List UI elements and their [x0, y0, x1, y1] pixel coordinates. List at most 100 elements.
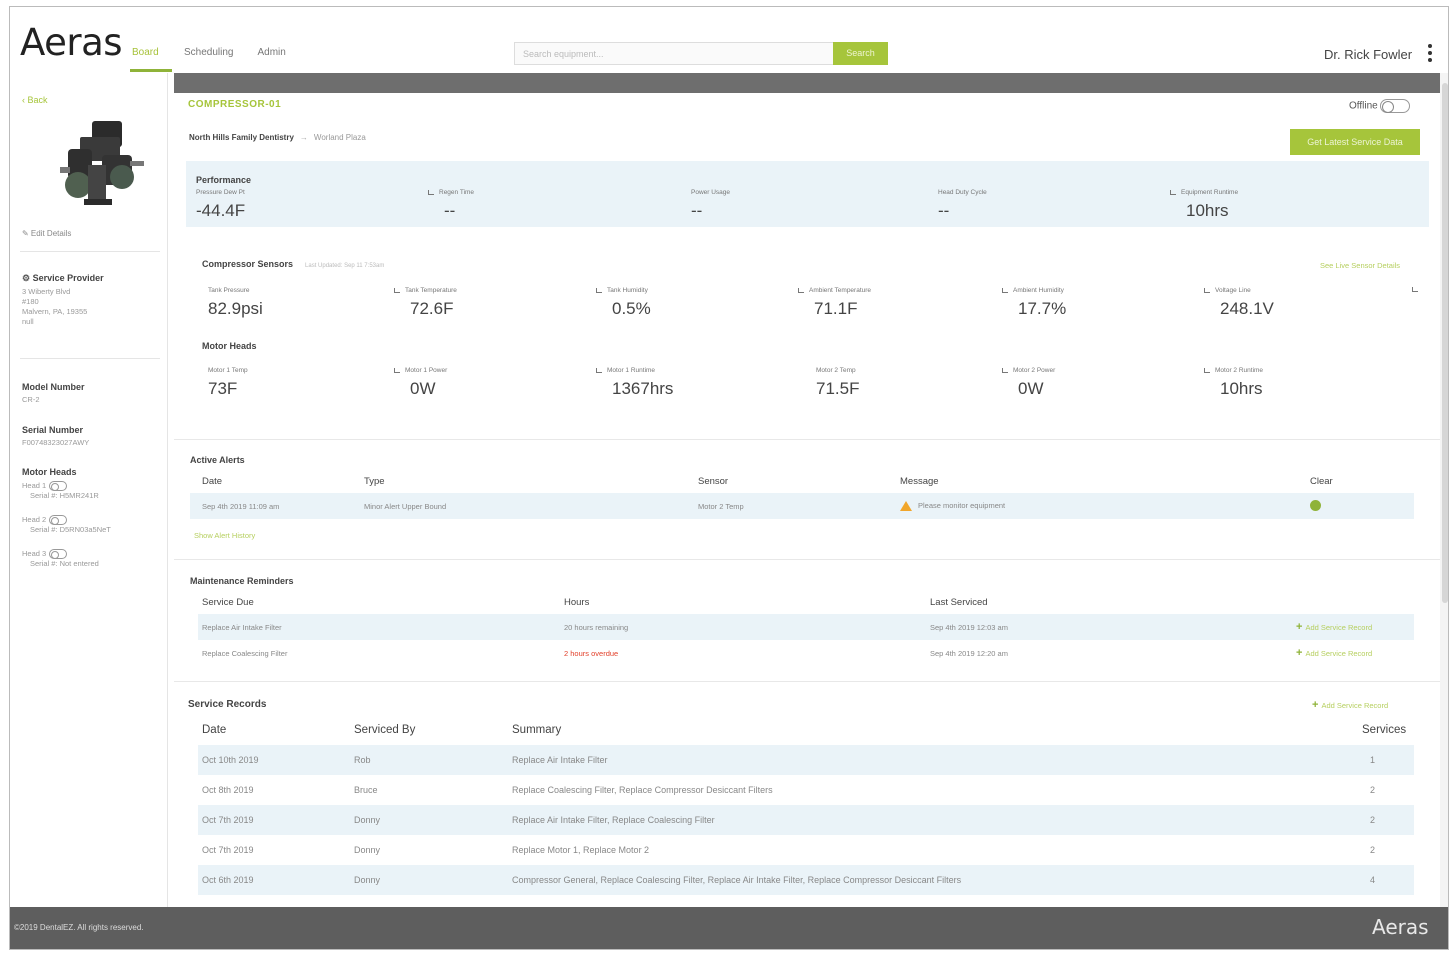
chart-icon: [1170, 189, 1176, 195]
service-provider-icon: ⚙: [22, 273, 31, 283]
footer-logo: Aeras: [1372, 915, 1429, 939]
service-provider-title: ⚙ Service Provider: [22, 273, 104, 283]
more-menu-icon[interactable]: [1427, 44, 1433, 64]
alert-history-link[interactable]: Show Alert History: [194, 531, 255, 540]
service-records-title: Service Records: [188, 699, 267, 710]
sensors-panel: Compressor Sensors Last Updated: Sep 11 7…: [186, 233, 1429, 433]
col-hours: Hours: [564, 596, 590, 608]
col-type: Type: [364, 475, 385, 487]
model-number-value: CR-2: [22, 395, 40, 404]
motor-1-power: Motor 1 Power 0W: [394, 367, 447, 399]
chart-icon: [428, 189, 434, 195]
logo: Aeras: [20, 21, 123, 64]
alerts-table: Date Type Sensor Message Clear Sep 4th 2…: [190, 469, 1414, 519]
head-3: Head 3 Serial #: Not entered: [22, 549, 99, 569]
sidebar: ‹ Back ✎ Edit Details ⚙ Service Provider…: [10, 73, 168, 907]
user-name[interactable]: Dr. Rick Fowler: [1324, 47, 1412, 62]
main-content: COMPRESSOR-01 Offline North Hills Family…: [174, 93, 1440, 907]
compressor-sensors-title: Compressor Sensors Last Updated: Sep 11 7…: [202, 259, 385, 269]
col-serviced-by: Serviced By: [354, 724, 416, 736]
metric-regen-time: Regen Time --: [428, 189, 474, 221]
record-row[interactable]: Oct 7th 2019 Donny Replace Air Intake Filt…: [198, 805, 1414, 835]
add-service-record-link[interactable]: + Add Service Record: [1312, 699, 1388, 711]
copyright: ©2019 DentalEZ. All rights reserved.: [14, 923, 144, 932]
service-provider-address: 3 Wiberty Blvd #180 Malvern, PA, 19355 n…: [22, 287, 88, 326]
serial-number-title: Serial Number: [22, 425, 84, 435]
motor-heads-section-title: Motor Heads: [202, 341, 257, 351]
search-button[interactable]: Search: [833, 42, 888, 65]
col-date: Date: [202, 724, 227, 736]
sensor-tank-humidity: Tank Humidity 0.5%: [596, 287, 651, 319]
main-nav: Board Scheduling Admin: [130, 47, 298, 72]
metric-power-usage: Power Usage --: [691, 189, 731, 220]
maintenance-row: Replace Air Intake Filter 20 hours remai…: [198, 614, 1414, 640]
nav-board[interactable]: Board: [130, 47, 172, 72]
chart-icon[interactable]: [1412, 287, 1418, 292]
record-row[interactable]: Oct 7th 2019 Donny Replace Motor 1, Replac…: [198, 835, 1414, 865]
breadcrumb-location[interactable]: Worland Plaza: [314, 133, 366, 142]
scrollbar[interactable]: [1440, 73, 1448, 907]
top-banner: [174, 73, 1440, 93]
col-sensor: Sensor: [698, 475, 729, 487]
offline-toggle[interactable]: Offline: [1349, 99, 1410, 113]
breadcrumb-practice[interactable]: North Hills Family Dentistry: [189, 133, 294, 142]
breadcrumb: North Hills Family Dentistry → Worland Pla…: [189, 133, 366, 142]
add-service-record-button[interactable]: + Add Service Record: [1296, 640, 1414, 666]
clear-alert-icon[interactable]: [1310, 499, 1321, 511]
head-1-toggle[interactable]: [49, 481, 68, 492]
sensor-ambient-temperature: Ambient Temperature 71.1F: [798, 287, 871, 319]
edit-details-link[interactable]: ✎ Edit Details: [22, 229, 71, 238]
add-service-record-button[interactable]: + Add Service Record: [1296, 614, 1414, 640]
footer: ©2019 DentalEZ. All rights reserved. Aer…: [10, 907, 1448, 949]
motor-heads-title: Motor Heads: [22, 467, 77, 477]
sensor-ambient-humidity: Ambient Humidity 17.7%: [1002, 287, 1066, 319]
metric-equipment-runtime: Equipment Runtime 10hrs: [1170, 189, 1238, 221]
compressor-image: [60, 121, 144, 205]
head-2-toggle[interactable]: [49, 515, 68, 526]
motor-2-runtime: Motor 2 Runtime 10hrs: [1204, 367, 1263, 399]
sensor-voltage-line: Voltage Line 248.1V: [1204, 287, 1274, 319]
record-row[interactable]: Oct 6th 2019 Donny Compressor General, Rep…: [198, 865, 1414, 895]
service-records-table: Date Serviced By Summary Services Oct 10…: [198, 715, 1414, 895]
alert-row: Sep 4th 2019 11:09 am Minor Alert Upper …: [190, 493, 1414, 519]
col-service-due: Service Due: [202, 596, 254, 608]
search-input[interactable]: Search equipment...: [514, 42, 834, 65]
col-clear: Clear: [1310, 475, 1333, 487]
scrollbar-thumb[interactable]: [1442, 83, 1448, 603]
motor-1-runtime: Motor 1 Runtime 1367hrs: [596, 367, 673, 399]
app-window: Aeras Board Scheduling Admin Search equi…: [9, 6, 1449, 950]
col-services: Services: [1362, 724, 1407, 736]
nav-scheduling[interactable]: Scheduling: [172, 47, 245, 72]
col-summary: Summary: [512, 724, 562, 736]
head-3-toggle[interactable]: [49, 549, 68, 560]
sensor-tank-temperature: Tank Temperature 72.6F: [394, 287, 457, 319]
sensor-tank-pressure: Tank Pressure 82.9psi: [208, 287, 263, 318]
model-number-title: Model Number: [22, 382, 85, 392]
performance-title: Performance: [196, 175, 252, 185]
warning-icon: [900, 501, 912, 511]
live-sensor-link[interactable]: See Live Sensor Details: [1320, 261, 1400, 270]
record-row[interactable]: Oct 8th 2019 Bruce Replace Coalescing Filt…: [198, 775, 1414, 805]
nav-admin[interactable]: Admin: [245, 47, 297, 72]
record-row[interactable]: Oct 10th 2019 Rob Replace Air Intake Filte…: [198, 745, 1414, 775]
maintenance-table: Service Due Hours Last Serviced Replace …: [198, 590, 1414, 666]
head-1: Head 1 Serial #: H5MR241R: [22, 481, 99, 501]
maintenance-title: Maintenance Reminders: [190, 576, 294, 586]
maintenance-row: Replace Coalescing Filter 2 hours overdu…: [198, 640, 1414, 666]
offline-switch[interactable]: [1379, 99, 1410, 113]
col-date: Date: [202, 475, 223, 487]
get-service-data-button[interactable]: Get Latest Service Data: [1290, 129, 1420, 155]
col-message: Message: [900, 475, 939, 487]
metric-pressure-dew-pt: Pressure Dew Pt -44.4F: [196, 189, 246, 220]
metric-head-duty-cycle: Head Duty Cycle --: [938, 189, 987, 220]
head-2: Head 2 Serial #: D5RN03a5NeT: [22, 515, 111, 535]
motor-2-power: Motor 2 Power 0W: [1002, 367, 1055, 399]
col-last-serviced: Last Serviced: [930, 596, 988, 608]
device-name: COMPRESSOR-01: [188, 99, 282, 110]
performance-panel: Performance Pressure Dew Pt -44.4F Regen …: [186, 161, 1429, 227]
header: Aeras Board Scheduling Admin Search equi…: [10, 7, 1448, 73]
motor-2-temp: Motor 2 Temp 71.5F: [816, 367, 860, 398]
back-link[interactable]: ‹ Back: [22, 95, 48, 105]
active-alerts-title: Active Alerts: [190, 455, 245, 465]
serial-number-value: F00748323027AWY: [22, 438, 90, 447]
